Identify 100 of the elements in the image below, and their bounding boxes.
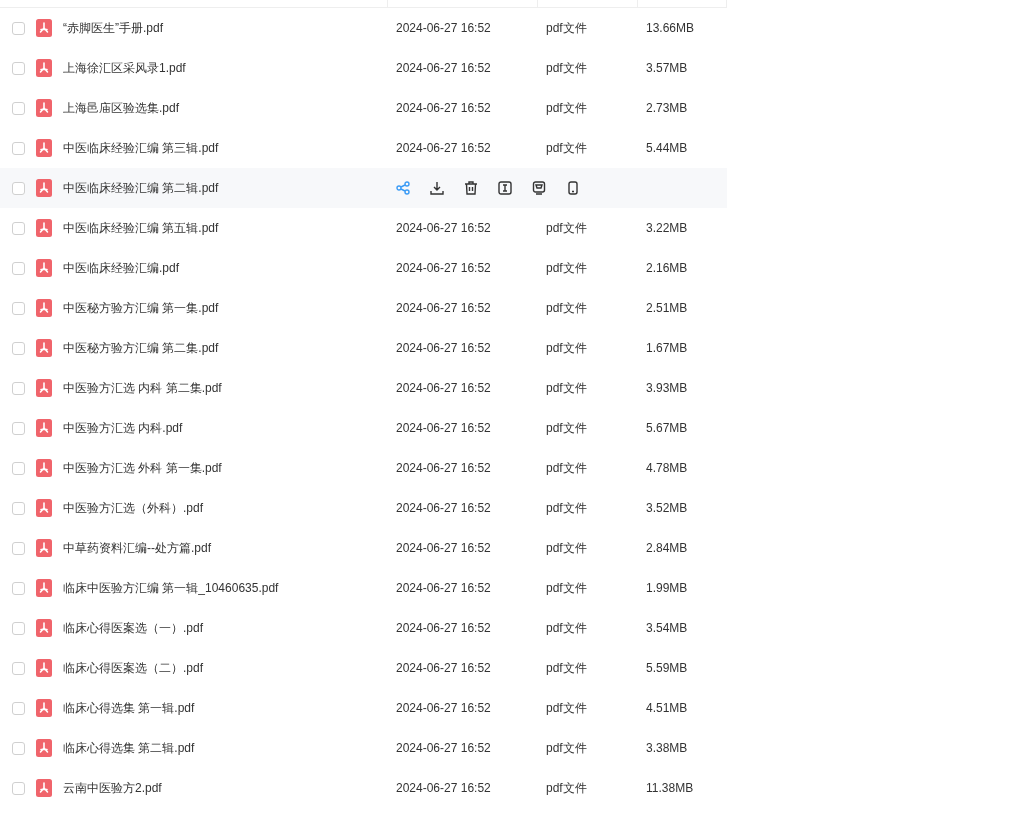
file-name[interactable]: 临床心得选集 第一辑.pdf <box>63 699 388 717</box>
pdf-file-icon <box>36 59 52 77</box>
checkbox[interactable] <box>11 461 25 475</box>
checkbox[interactable] <box>11 181 25 195</box>
file-type: pdf文件 <box>546 340 588 357</box>
checkbox[interactable] <box>11 381 25 395</box>
modified-date: 2024-06-27 16:52 <box>395 580 492 597</box>
pdf-file-icon <box>36 739 52 757</box>
pdf-file-icon <box>36 99 52 117</box>
rename-icon[interactable] <box>498 181 512 195</box>
file-type: pdf文件 <box>546 20 588 37</box>
pdf-file-icon <box>36 459 52 477</box>
file-size: 1.99MB <box>646 580 688 597</box>
file-name[interactable]: 中医秘方验方汇编 第二集.pdf <box>63 339 388 357</box>
checkbox[interactable] <box>11 781 25 795</box>
file-size: 3.22MB <box>646 220 688 237</box>
file-type: pdf文件 <box>546 740 588 757</box>
file-type: pdf文件 <box>546 380 588 397</box>
file-size: 4.51MB <box>646 700 688 717</box>
file-name[interactable]: 临床心得医案选（二）.pdf <box>63 659 388 677</box>
file-name[interactable]: 中医临床经验汇编 第五辑.pdf <box>63 219 388 237</box>
file-type: pdf文件 <box>546 500 588 517</box>
file-type: pdf文件 <box>546 100 588 117</box>
modified-date: 2024-06-27 16:52 <box>395 60 492 77</box>
checkbox[interactable] <box>11 141 25 155</box>
modified-date: 2024-06-27 16:52 <box>395 540 492 557</box>
file-type: pdf文件 <box>546 420 588 437</box>
document-icon[interactable] <box>532 181 546 195</box>
file-name[interactable]: 临床心得选集 第二辑.pdf <box>63 739 388 757</box>
checkbox[interactable] <box>11 581 25 595</box>
modified-date: 2024-06-27 16:52 <box>395 780 492 797</box>
file-name[interactable]: 中医临床经验汇编.pdf <box>63 259 388 277</box>
delete-icon[interactable] <box>464 181 478 195</box>
file-type: pdf文件 <box>546 260 588 277</box>
checkbox[interactable] <box>11 621 25 635</box>
pdf-file-icon <box>36 619 52 637</box>
file-size: 3.93MB <box>646 380 688 397</box>
file-name[interactable]: 云南中医验方2.pdf <box>63 779 388 797</box>
modified-date: 2024-06-27 16:52 <box>395 100 492 117</box>
file-name[interactable]: 中草药资料汇编--处方篇.pdf <box>63 539 388 557</box>
file-size: 3.38MB <box>646 740 688 757</box>
file-size: 5.44MB <box>646 140 688 157</box>
file-type: pdf文件 <box>546 220 588 237</box>
checkbox[interactable] <box>11 661 25 675</box>
modified-date: 2024-06-27 16:52 <box>395 20 492 37</box>
file-name[interactable]: 中医临床经验汇编 第二辑.pdf <box>63 179 388 197</box>
file-size: 13.66MB <box>646 20 695 37</box>
phone-icon[interactable] <box>566 181 580 195</box>
file-size: 3.57MB <box>646 60 688 77</box>
pdf-file-icon <box>36 139 52 157</box>
checkbox[interactable] <box>11 301 25 315</box>
file-type: pdf文件 <box>546 60 588 77</box>
modified-date: 2024-06-27 16:52 <box>395 340 492 357</box>
file-row[interactable]: 中医临床经验汇编 第二辑.pdf <box>0 168 727 208</box>
checkbox[interactable] <box>11 541 25 555</box>
pdf-file-icon <box>36 779 52 797</box>
share-icon[interactable] <box>396 181 410 195</box>
file-name[interactable]: 上海邑庙区验选集.pdf <box>63 99 388 117</box>
pdf-file-icon <box>36 259 52 277</box>
checkbox[interactable] <box>11 61 25 75</box>
file-type: pdf文件 <box>546 580 588 597</box>
checkbox[interactable] <box>11 701 25 715</box>
checkbox[interactable] <box>11 501 25 515</box>
file-size: 5.67MB <box>646 420 688 437</box>
file-name[interactable]: “赤脚医生”手册.pdf <box>63 19 388 37</box>
file-size: 2.16MB <box>646 260 688 277</box>
checkbox[interactable] <box>11 421 25 435</box>
file-type: pdf文件 <box>546 780 588 797</box>
file-name[interactable]: 中医秘方验方汇编 第一集.pdf <box>63 299 388 317</box>
pdf-file-icon <box>36 419 52 437</box>
file-name[interactable]: 中医验方汇选（外科）.pdf <box>63 499 388 517</box>
file-type: pdf文件 <box>546 660 588 677</box>
checkbox[interactable] <box>11 741 25 755</box>
modified-date: 2024-06-27 16:52 <box>395 260 492 277</box>
checkbox[interactable] <box>11 101 25 115</box>
file-name[interactable]: 临床心得医案选（一）.pdf <box>63 619 388 637</box>
file-name[interactable]: 中医验方汇选 内科 第二集.pdf <box>63 379 388 397</box>
file-size: 1.67MB <box>646 340 688 357</box>
modified-date: 2024-06-27 16:52 <box>395 460 492 477</box>
modified-date: 2024-06-27 16:52 <box>395 500 492 517</box>
file-type: pdf文件 <box>546 620 588 637</box>
file-size: 2.51MB <box>646 300 688 317</box>
download-icon[interactable] <box>430 181 444 195</box>
checkbox[interactable] <box>11 21 25 35</box>
file-name[interactable]: 中医验方汇选 外科 第一集.pdf <box>63 459 388 477</box>
pdf-file-icon <box>36 179 52 197</box>
modified-date: 2024-06-27 16:52 <box>395 140 492 157</box>
modified-date: 2024-06-27 16:52 <box>395 300 492 317</box>
file-name[interactable]: 临床中医验方汇编 第一辑_10460635.pdf <box>63 579 388 597</box>
file-name[interactable]: 中医验方汇选 内科.pdf <box>63 419 388 437</box>
file-type: pdf文件 <box>546 300 588 317</box>
file-type: pdf文件 <box>546 140 588 157</box>
checkbox[interactable] <box>11 341 25 355</box>
checkbox[interactable] <box>11 221 25 235</box>
file-type: pdf文件 <box>546 460 588 477</box>
file-name[interactable]: 中医临床经验汇编 第三辑.pdf <box>63 139 388 157</box>
file-name[interactable]: 上海徐汇区采风录1.pdf <box>63 59 388 77</box>
checkbox[interactable] <box>11 261 25 275</box>
pdf-file-icon <box>36 539 52 557</box>
modified-date: 2024-06-27 16:52 <box>395 700 492 717</box>
